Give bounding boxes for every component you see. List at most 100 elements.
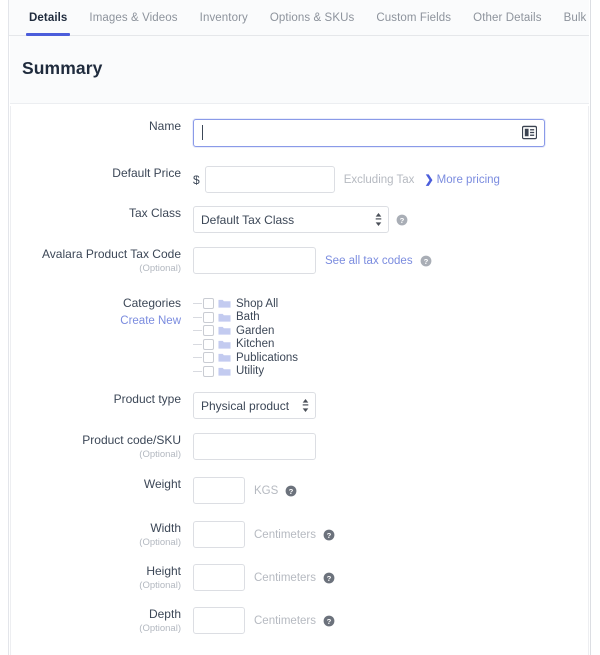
summary-form-card: Name Default Price $ Excluding Tax ❯ Mor…: [10, 106, 589, 655]
help-icon[interactable]: ?: [285, 485, 297, 497]
height-label-text: Height: [146, 564, 181, 578]
tab-label: Details: [29, 12, 68, 24]
tab-label: Images & Videos: [89, 12, 178, 24]
field-row-categories: Categories Create New Shop All Bath Gard…: [11, 296, 588, 378]
tree-line: [193, 357, 202, 359]
category-row[interactable]: Publications: [193, 351, 298, 365]
height-label: Height (Optional): [11, 564, 193, 593]
field-row-product-code: Product code/SKU (Optional): [11, 433, 588, 462]
name-label: Name: [148, 119, 181, 133]
name-input[interactable]: [193, 119, 545, 147]
folder-icon: [218, 367, 231, 376]
tree-line: [193, 343, 202, 345]
optional-hint: (Optional): [139, 623, 181, 634]
form-card-icon[interactable]: [522, 125, 537, 140]
tax-class-select[interactable]: Default Tax Class: [193, 206, 389, 233]
field-row-product-type: Product type Physical product: [11, 392, 588, 419]
optional-hint: (Optional): [139, 580, 181, 591]
category-label: Shop All: [236, 297, 279, 310]
field-row-name: Name: [11, 119, 588, 147]
category-label: Utility: [236, 365, 265, 378]
default-price-input[interactable]: [204, 166, 335, 193]
weight-label: Weight: [143, 477, 181, 491]
text-caret: [202, 125, 203, 140]
chevron-right-icon[interactable]: ❯: [424, 173, 433, 186]
tree-line: [193, 316, 202, 318]
product-type-select[interactable]: Physical product: [193, 392, 316, 419]
tree-line: [193, 370, 202, 372]
tax-class-select-wrap: Default Tax Class: [193, 206, 389, 233]
tab-label: Custom Fields: [376, 12, 452, 24]
help-icon[interactable]: ?: [323, 615, 335, 627]
avalara-tax-code-label: Avalara Product Tax Code (Optional): [11, 247, 193, 276]
depth-input[interactable]: [193, 607, 245, 634]
category-row[interactable]: Kitchen: [193, 338, 298, 352]
product-details-page: Details Images & Videos Inventory Option…: [0, 0, 600, 655]
currency-symbol: $: [193, 172, 200, 187]
help-icon[interactable]: ?: [420, 255, 432, 267]
height-input[interactable]: [193, 564, 245, 591]
field-row-tax-class: Tax Class Default Tax Class ?: [11, 206, 588, 233]
product-code-input[interactable]: [193, 433, 316, 460]
name-input-wrap: [193, 119, 545, 147]
category-checkbox[interactable]: [203, 352, 214, 364]
help-icon[interactable]: ?: [323, 572, 335, 584]
tab-other-details[interactable]: Other Details: [462, 0, 552, 36]
category-row[interactable]: Bath: [193, 311, 298, 325]
width-label-text: Width: [150, 521, 181, 535]
category-checkbox[interactable]: [203, 325, 214, 337]
svg-text:?: ?: [327, 616, 332, 625]
field-row-width: Width (Optional) Centimeters ?: [11, 521, 588, 550]
page-title: Summary: [22, 58, 103, 78]
category-row[interactable]: Garden: [193, 324, 298, 338]
categories-label-text: Categories: [122, 296, 181, 310]
tab-images-videos[interactable]: Images & Videos: [78, 0, 188, 36]
depth-unit: Centimeters: [254, 614, 316, 627]
optional-hint: (Optional): [139, 537, 181, 548]
category-label: Kitchen: [236, 338, 275, 351]
weight-input[interactable]: [193, 477, 245, 504]
scrollbar-thumb[interactable]: [592, 0, 598, 240]
field-row-depth: Depth (Optional) Centimeters ?: [11, 607, 588, 636]
avalara-tax-code-label-text: Avalara Product Tax Code: [42, 247, 181, 261]
tab-details[interactable]: Details: [18, 0, 78, 36]
product-code-label-text: Product code/SKU: [82, 433, 181, 447]
category-checkbox[interactable]: [203, 338, 214, 350]
summary-header: Summary: [10, 36, 589, 104]
create-new-category-link[interactable]: Create New: [11, 314, 181, 328]
category-label: Garden: [236, 324, 275, 337]
category-checkbox[interactable]: [203, 298, 214, 310]
vertical-scrollbar[interactable]: [590, 0, 600, 655]
avalara-tax-code-input[interactable]: [193, 247, 316, 274]
category-checkbox[interactable]: [203, 311, 214, 323]
category-checkbox[interactable]: [203, 365, 214, 377]
width-unit: Centimeters: [254, 528, 316, 541]
help-icon[interactable]: ?: [396, 214, 408, 226]
width-input[interactable]: [193, 521, 245, 548]
tab-options-skus[interactable]: Options & SKUs: [259, 0, 366, 36]
more-pricing-link[interactable]: More pricing: [437, 174, 500, 186]
svg-text:?: ?: [327, 573, 332, 582]
category-row[interactable]: Shop All: [193, 297, 298, 311]
field-row-weight: Weight KGS ?: [11, 477, 588, 504]
category-row[interactable]: Utility: [193, 365, 298, 379]
tax-class-label: Tax Class: [128, 206, 181, 220]
folder-icon: [218, 327, 231, 335]
folder-icon: [218, 354, 231, 362]
product-type-label: Product type: [113, 392, 181, 406]
folder-icon: [218, 340, 231, 349]
tree-line: [193, 303, 202, 305]
page-left-border: [8, 0, 9, 655]
tab-bar: Details Images & Videos Inventory Option…: [9, 0, 600, 36]
see-all-tax-codes-link[interactable]: See all tax codes: [325, 255, 413, 267]
tab-label: Options & SKUs: [269, 12, 355, 24]
tab-custom-fields[interactable]: Custom Fields: [365, 0, 462, 36]
tab-inventory[interactable]: Inventory: [189, 0, 259, 36]
weight-unit: KGS: [254, 484, 279, 497]
optional-hint: (Optional): [139, 449, 181, 460]
help-icon[interactable]: ?: [323, 529, 335, 541]
category-label: Publications: [236, 351, 299, 364]
height-unit: Centimeters: [254, 571, 316, 584]
tree-line: [193, 330, 202, 332]
category-label: Bath: [236, 311, 260, 324]
